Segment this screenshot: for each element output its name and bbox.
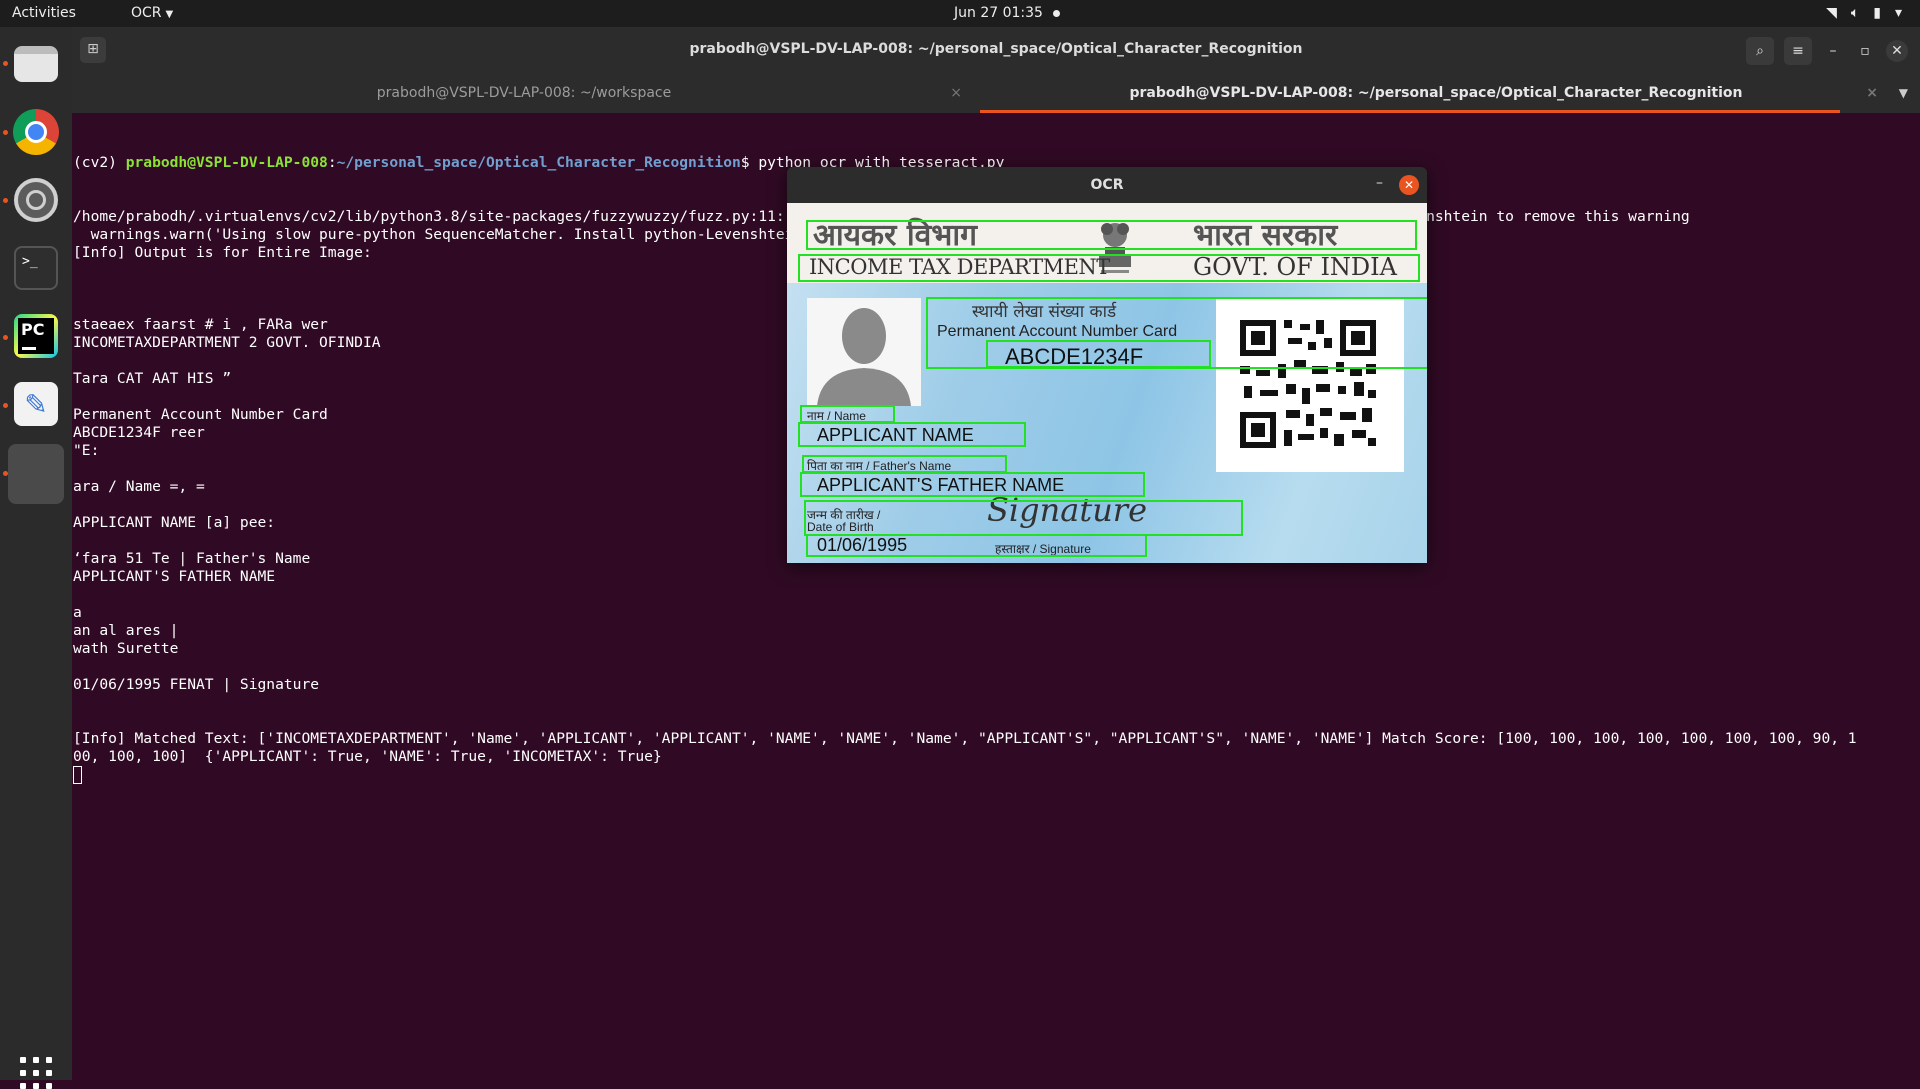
prompt-dollar: $ [740, 154, 759, 171]
top-bar: Activities OCR ▼ Jun 27 01:35 ◥ 🔈︎ ▮ ▾ [0, 0, 1920, 27]
ocr-box [986, 340, 1211, 368]
ocr-box [798, 422, 1026, 447]
env-name: (cv2) [73, 154, 126, 171]
notification-dot [1053, 10, 1060, 17]
cursor-line [73, 766, 1913, 784]
activities-button[interactable]: Activities [12, 5, 76, 21]
active-tab-indicator [980, 110, 1840, 113]
window-title: prabodh@VSPL-DV-LAP-008: ~/personal_spac… [689, 41, 1303, 57]
tab-workspace[interactable]: prabodh@VSPL-DV-LAP-008: ~/workspace × [72, 73, 976, 113]
person-silhouette-icon [817, 308, 911, 406]
gear-icon [14, 178, 58, 222]
settings-app[interactable] [8, 172, 64, 228]
close-button[interactable]: ✕ [1399, 175, 1419, 195]
ocr-box [802, 455, 1007, 473]
tab-label: prabodh@VSPL-DV-LAP-008: ~/workspace [376, 85, 672, 101]
prompt-user: prabodh@VSPL-DV-LAP-008 [125, 154, 328, 171]
text-cursor [73, 766, 82, 784]
hamburger-menu-icon[interactable]: ≡ [1784, 37, 1812, 65]
tab-ocr[interactable]: prabodh@VSPL-DV-LAP-008: ~/personal_spac… [980, 73, 1892, 113]
prompt-path: ~/personal_space/Optical_Character_Recog… [336, 154, 741, 171]
show-apps-grid-icon[interactable] [20, 1057, 52, 1089]
ocr-box [800, 472, 1145, 497]
minimize-button[interactable]: – [1376, 175, 1383, 191]
tab-label: prabodh@VSPL-DV-LAP-008: ~/personal_spac… [1129, 85, 1743, 101]
ocr-window: OCR – ✕ आयकर विभाग भारत सरकार INCOME TAX… [787, 167, 1427, 563]
terminal-icon: >_ [14, 246, 58, 290]
files-app[interactable] [8, 36, 64, 92]
terminal-titlebar[interactable]: ⊞ prabodh@VSPL-DV-LAP-008: ~/personal_sp… [72, 27, 1920, 73]
output-line: 01/06/1995 FENAT | Signature [73, 676, 320, 693]
terminal-app[interactable]: >_ [8, 240, 64, 296]
text-editor-app[interactable]: ✎ [8, 376, 64, 432]
chevron-down-icon: ▾ [1894, 5, 1902, 21]
chrome-icon [13, 109, 59, 155]
pycharm-icon: PC [14, 314, 58, 358]
output-line: a [73, 604, 82, 621]
output-line: [Info] Matched Text: ['INCOMETAXDEPARTME… [73, 730, 1857, 747]
output-line: wath Surette [73, 640, 179, 657]
clock[interactable]: Jun 27 01:35 [954, 5, 1043, 21]
ocr-box [804, 500, 1243, 536]
chevron-down-icon: ▼ [165, 9, 174, 20]
app-menu[interactable]: OCR ▼ [131, 5, 173, 21]
output-line: APPLICANT'S FATHER NAME [73, 568, 276, 585]
output-line: an al ares | [73, 622, 179, 639]
app-menu-label: OCR [131, 5, 162, 21]
applicant-photo [807, 298, 921, 406]
ocr-box [800, 405, 895, 423]
close-tab-icon[interactable]: × [1866, 73, 1878, 113]
output-line: 00, 100, 100] {'APPLICANT': True, 'NAME'… [73, 748, 662, 765]
ocr-app[interactable] [8, 444, 64, 504]
battery-icon: ▮ [1873, 5, 1881, 21]
close-tab-icon[interactable]: × [950, 73, 962, 113]
pencil-icon: ✎ [14, 382, 58, 426]
wifi-icon: ◥ [1826, 5, 1837, 21]
tabs-dropdown-icon[interactable]: ▼ [1899, 73, 1908, 113]
ocr-box [798, 254, 1420, 282]
volume-icon: 🔈︎ [1850, 5, 1860, 21]
pycharm-app[interactable]: PC [8, 308, 64, 364]
files-icon [14, 46, 58, 82]
prompt-sep: : [327, 154, 337, 171]
dock: >_ PC ✎ [0, 27, 72, 1089]
ocr-box [806, 534, 1147, 557]
close-button[interactable]: ✕ [1886, 40, 1908, 62]
pan-card-image: आयकर विभाग भारत सरकार INCOME TAX DEPARTM… [787, 203, 1427, 563]
maximize-button[interactable]: ▫ [1854, 40, 1876, 62]
search-icon[interactable]: ⌕ [1746, 37, 1774, 65]
system-tray[interactable]: ◥ 🔈︎ ▮ ▾ [1826, 5, 1902, 21]
chrome-app[interactable] [8, 104, 64, 160]
ocr-box [806, 220, 1417, 250]
minimize-button[interactable]: – [1822, 40, 1844, 62]
ocr-window-title[interactable]: OCR [787, 167, 1427, 203]
tab-bar: prabodh@VSPL-DV-LAP-008: ~/workspace × p… [72, 73, 1920, 113]
